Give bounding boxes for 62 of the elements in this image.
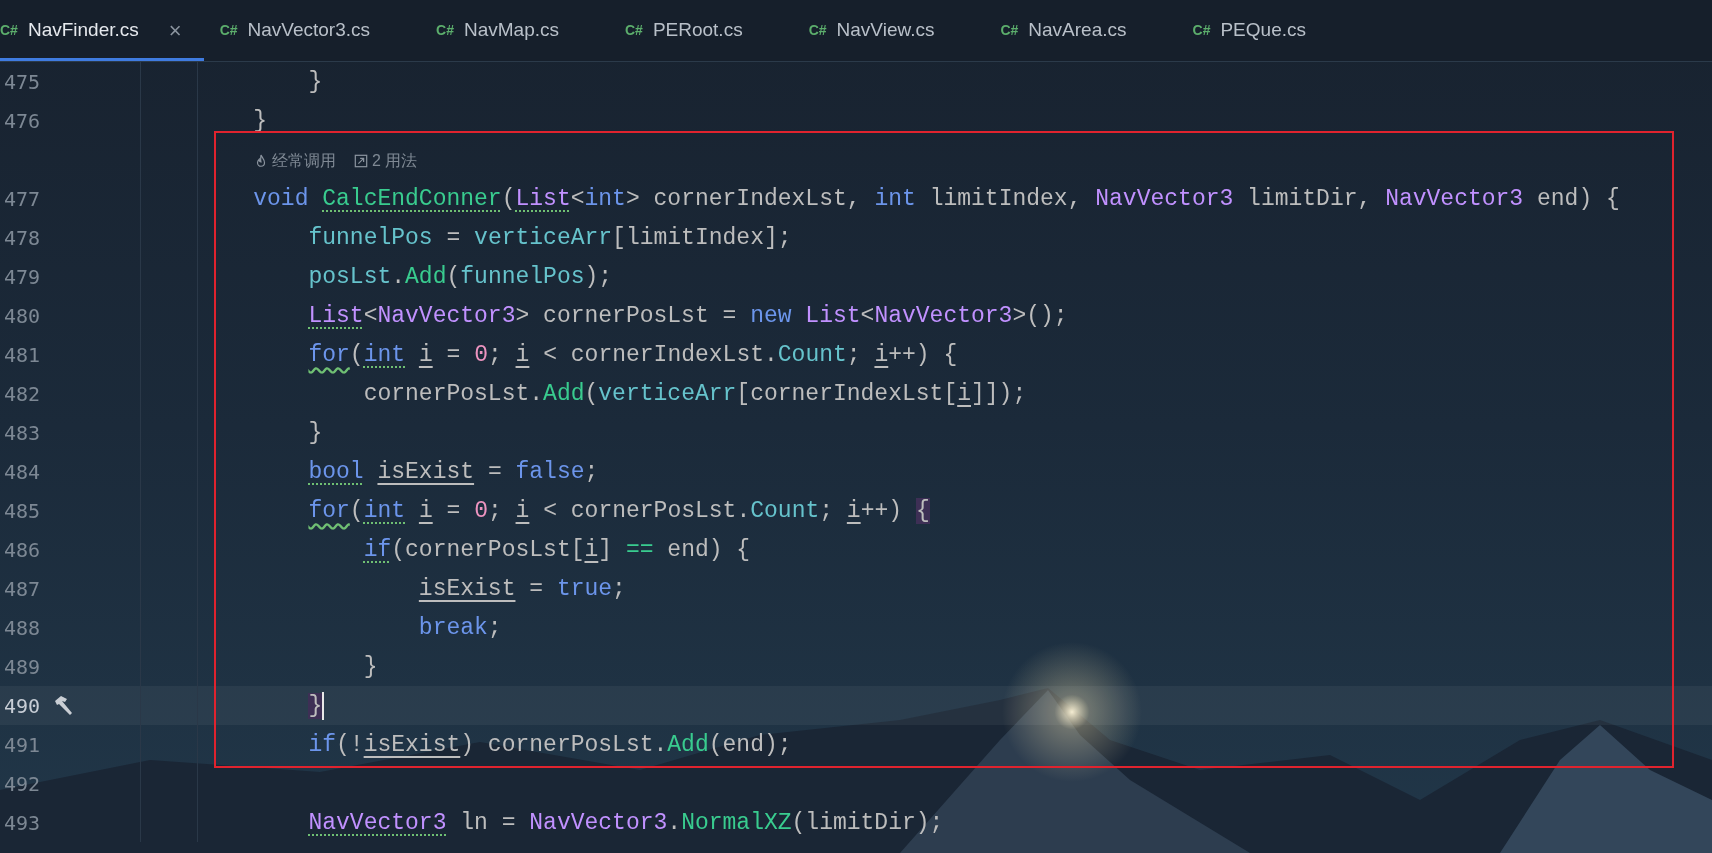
close-button[interactable]: ×: [168, 14, 182, 47]
code-line: List<NavVector3> cornerPosLst = new List<NavVector3>();: [307, 301, 1068, 331]
editor-tab[interactable]: C# NavView.cs: [792, 0, 985, 61]
code-line: isExist = true;: [417, 574, 626, 604]
line-number: 492: [3, 770, 40, 798]
editor-tab[interactable]: C# PEQue.cs: [1176, 0, 1356, 61]
code-line: for(int i = 0; i < cornerPosLst.Count; i++) {: [307, 496, 930, 526]
code-line: }: [307, 418, 323, 448]
line-number: 476: [3, 107, 40, 135]
line-number: 483: [3, 419, 40, 447]
code-line: if(!isExist) cornerPosLst.Add(end);: [307, 730, 792, 760]
code-line: }: [362, 652, 378, 682]
csharp-file-icon: C#: [1000, 20, 1019, 41]
editor-tab[interactable]: C# PERoot.cs: [609, 0, 793, 61]
flame-icon: [254, 153, 268, 168]
code-line: void CalcEndConner(List<int> cornerIndexLst, int limitIndex, NavVector3 limitDir, NavVector3 end) {: [252, 184, 1620, 214]
line-number: 479: [3, 263, 40, 291]
line-number: 478: [3, 224, 40, 252]
hint-text: 经常调用: [272, 150, 336, 171]
tab-label: PEQue.cs: [1220, 18, 1306, 43]
code-line: if(cornerPosLst[i] == end) {: [362, 535, 751, 565]
tab-label: NavVector3.cs: [247, 18, 371, 43]
csharp-file-icon: C#: [219, 20, 238, 41]
arrow-box-icon: [354, 153, 368, 168]
code-line: }: [307, 67, 323, 97]
tab-label: NavMap.cs: [463, 18, 559, 43]
csharp-file-icon: C#: [625, 20, 643, 41]
line-number: 488: [3, 614, 40, 642]
line-number: 484: [3, 458, 40, 486]
editor-tab[interactable]: C# NavArea.cs: [984, 0, 1177, 61]
tab-label: NavFinder.cs: [27, 18, 139, 43]
editor-tab[interactable]: C# NavMap.cs: [420, 0, 609, 61]
line-number: 490: [3, 692, 40, 720]
usages-link[interactable]: 2 用法: [372, 148, 418, 173]
line-number: 491: [3, 731, 40, 759]
tab-label: PERoot.cs: [652, 18, 743, 43]
csharp-file-icon: C#: [808, 20, 827, 41]
line-number: 480: [3, 302, 40, 330]
line-number: 477: [3, 185, 40, 213]
tab-label: NavArea.cs: [1028, 18, 1127, 43]
code-line: NavVector3 ln = NavVector3.NormalXZ(limitDir);: [307, 808, 944, 838]
line-number: 486: [3, 536, 40, 564]
code-line: funnelPos = verticeArr[limitIndex];: [307, 223, 792, 253]
editor-tab[interactable]: C# NavFinder.cs ×: [0, 0, 204, 61]
editor-tab[interactable]: C# NavVector3.cs: [203, 0, 421, 61]
line-number: 489: [3, 653, 40, 681]
csharp-file-icon: C#: [0, 20, 18, 41]
code-line: break;: [417, 613, 502, 643]
code-line: bool isExist = false;: [307, 457, 599, 487]
line-number: 475: [3, 68, 40, 96]
code-line: for(int i = 0; i < cornerIndexLst.Count; i++) {: [307, 340, 958, 370]
tab-label: NavView.cs: [836, 18, 935, 43]
code-line: posLst.Add(funnelPos);: [307, 262, 613, 292]
text-cursor: [322, 691, 325, 720]
line-number: 481: [3, 341, 40, 369]
line-number: 493: [3, 809, 40, 837]
line-number: 485: [3, 497, 40, 525]
line-number: 482: [3, 380, 40, 408]
csharp-file-icon: C#: [1192, 20, 1211, 41]
line-number: 487: [3, 575, 40, 603]
code-line: cornerPosLst.Add(verticeArr[cornerIndexLst[i]]);: [362, 379, 1027, 409]
csharp-file-icon: C#: [436, 20, 454, 41]
